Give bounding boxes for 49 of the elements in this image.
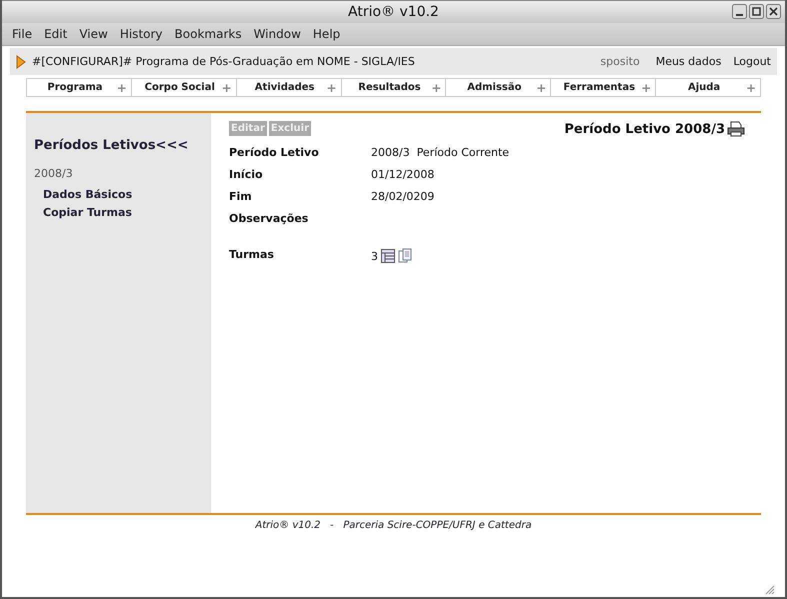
program-title: #[CONFIGURAR]# Programa de Pós-Graduação em NOME - SIGLA/IES bbox=[32, 55, 416, 68]
field-label: Início bbox=[229, 168, 264, 181]
play-icon bbox=[16, 54, 26, 68]
field-label: Período Letivo bbox=[229, 146, 320, 159]
expand-toggle[interactable]: + bbox=[116, 80, 127, 94]
resize-grip-icon[interactable] bbox=[763, 583, 775, 595]
maximize-icon[interactable] bbox=[749, 4, 764, 19]
menu-item[interactable]: File bbox=[6, 27, 38, 41]
nav-menu-item[interactable]: Atividades + bbox=[236, 78, 342, 97]
expand-toggle[interactable]: + bbox=[536, 80, 546, 94]
nav-menu-item[interactable]: Ajuda + bbox=[656, 78, 762, 97]
expand-toggle[interactable]: + bbox=[641, 80, 652, 94]
header-link[interactable]: Logout bbox=[733, 55, 771, 68]
nav-menu-item[interactable]: Admissão + bbox=[446, 78, 552, 97]
nav-menu-item[interactable]: Corpo Social + bbox=[132, 78, 237, 97]
expand-toggle[interactable]: + bbox=[431, 80, 442, 94]
copy-icon[interactable] bbox=[398, 248, 412, 263]
field-value: 01/12/2008 bbox=[371, 168, 436, 181]
field-label: Fim bbox=[229, 190, 253, 203]
sidebar-link[interactable]: Copiar Turmas bbox=[43, 206, 132, 219]
menu-item[interactable]: Help bbox=[306, 27, 346, 41]
sidebar-section: 2008/3 bbox=[34, 167, 73, 180]
menu-item[interactable]: Window bbox=[248, 27, 307, 41]
field-value: 2008/3 Período Corrente bbox=[371, 146, 510, 159]
expand-toggle[interactable]: + bbox=[326, 80, 337, 94]
footer-text: Atrio® v10.2 - Parceria Scire-COPPE/UFRJ e Cattedra bbox=[255, 520, 532, 531]
minimize-icon[interactable] bbox=[732, 4, 747, 19]
window-title: Atrio® v10.2 bbox=[348, 4, 439, 20]
field-value: 28/02/0209 bbox=[371, 190, 436, 203]
menu-item[interactable]: History bbox=[114, 27, 169, 41]
sidebar-link[interactable]: Dados Básicos bbox=[43, 188, 132, 201]
menu-item[interactable]: Edit bbox=[38, 27, 74, 41]
close-icon[interactable] bbox=[766, 4, 781, 19]
field-value: 3 bbox=[371, 250, 378, 263]
nav-menu-item[interactable]: Resultados + bbox=[342, 78, 446, 97]
expand-toggle[interactable]: + bbox=[222, 80, 232, 94]
nav-menu-item[interactable]: Programa + bbox=[26, 78, 132, 97]
menu-item[interactable]: Bookmarks bbox=[168, 27, 248, 41]
field-label: Observações bbox=[229, 212, 310, 225]
nav-menu-item[interactable]: Ferramentas + bbox=[551, 78, 656, 97]
printer-icon[interactable] bbox=[727, 121, 745, 137]
header-link[interactable]: Meus dados bbox=[656, 55, 722, 68]
sidebar-title: Períodos Letivos<<< bbox=[34, 138, 188, 153]
page-title: Período Letivo 2008/3 bbox=[564, 122, 725, 136]
menu-item[interactable]: View bbox=[73, 27, 114, 41]
field-label: Turmas bbox=[229, 248, 275, 263]
user-name: sposito bbox=[600, 55, 640, 68]
expand-toggle[interactable]: + bbox=[746, 80, 756, 94]
table-icon[interactable] bbox=[381, 249, 395, 263]
